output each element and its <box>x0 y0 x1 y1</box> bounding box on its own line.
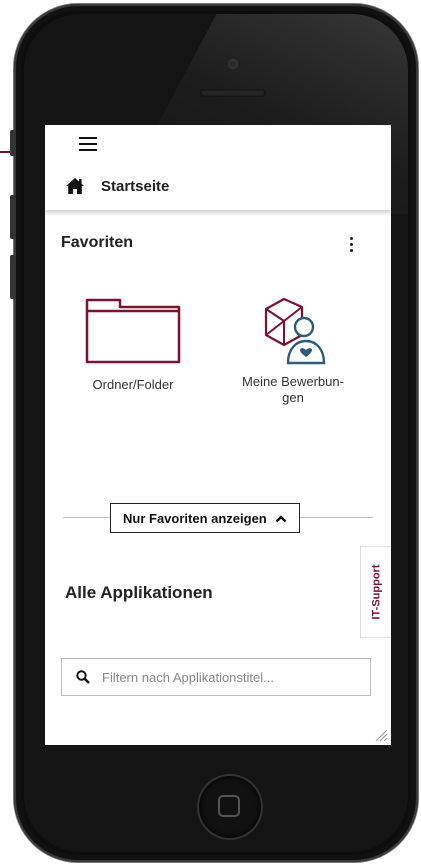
filter-field[interactable] <box>61 658 371 696</box>
hamburger-menu-icon[interactable] <box>79 137 97 151</box>
tile-label-line1: Meine Bewerbun- <box>242 374 344 389</box>
tile-label-line2: gen <box>282 390 304 405</box>
tile-meine-bewerbungen[interactable]: Meine Bewerbun- gen <box>233 297 353 406</box>
top-bar: Startseite <box>45 125 391 210</box>
toggle-label: Nur Favoriten anzeigen <box>123 510 267 526</box>
home-button-square <box>218 795 240 817</box>
folder-icon <box>85 298 181 364</box>
it-support-label: IT-Support <box>370 564 382 620</box>
tile-label: Ordner/Folder <box>92 377 174 392</box>
all-applications-heading: Alle Applikationen <box>65 583 213 602</box>
volume-down-button <box>10 255 16 299</box>
chevron-up-icon <box>275 514 287 522</box>
earpiece-speaker <box>200 89 266 97</box>
tile-label: Meine Bewerbun- gen <box>233 374 353 406</box>
kebab-menu-icon[interactable] <box>348 237 354 255</box>
favorites-heading: Favoriten <box>61 234 134 251</box>
app-screen: Startseite Favoriten Ordner/Folder Meine… <box>45 125 391 745</box>
home-button[interactable] <box>199 776 261 838</box>
it-support-tab[interactable]: IT-Support <box>360 546 391 638</box>
resize-grip-icon[interactable] <box>374 728 388 742</box>
tile-ordner-folder[interactable]: Ordner/Folder <box>73 297 193 393</box>
applications-person-icon <box>264 297 326 365</box>
breadcrumb-label: Startseite <box>101 177 170 195</box>
show-favorites-toggle-button[interactable]: Nur Favoriten anzeigen <box>110 503 300 533</box>
volume-up-button <box>10 195 16 239</box>
mute-switch <box>10 130 16 156</box>
breadcrumb[interactable]: Startseite <box>65 177 169 195</box>
search-icon <box>76 670 90 684</box>
front-camera <box>228 59 238 69</box>
home-icon <box>66 178 84 194</box>
filter-input[interactable] <box>102 669 362 685</box>
